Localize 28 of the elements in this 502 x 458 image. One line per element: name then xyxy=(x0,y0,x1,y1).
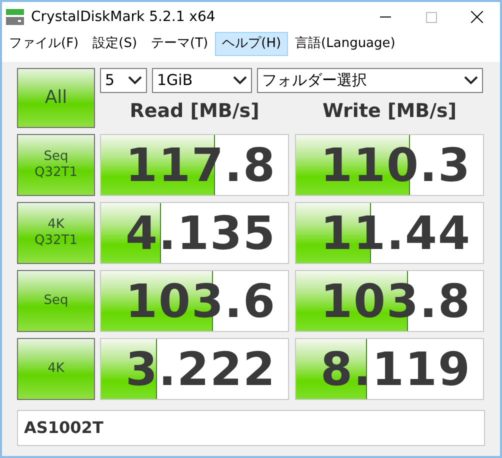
maximize-icon xyxy=(426,12,436,22)
chevron-down-icon xyxy=(464,76,478,85)
test-button[interactable]: 4K xyxy=(17,338,95,400)
comment-field[interactable]: AS1002T xyxy=(17,410,485,446)
column-header: Read [MB/s] xyxy=(128,99,260,124)
app-icon xyxy=(5,8,25,26)
minimize-icon xyxy=(380,16,390,18)
chevron-down-icon xyxy=(233,76,247,85)
all-button[interactable]: All xyxy=(17,68,95,128)
test-button[interactable]: 4K Q32T1 xyxy=(17,202,95,264)
menu-item[interactable]: ファイル(F) xyxy=(2,32,86,56)
count-select[interactable]: 5 xyxy=(100,68,147,93)
window-title: CrystalDiskMark 5.2.1 x64 xyxy=(31,8,216,26)
result-value: 103.6 xyxy=(125,273,276,329)
test-button[interactable]: Seq Q32T1 xyxy=(17,134,95,196)
close-icon xyxy=(471,11,483,23)
size-select[interactable]: 1GiB xyxy=(152,68,252,93)
menu-item[interactable]: 言語(Language) xyxy=(288,32,402,56)
folder-select[interactable]: フォルダー選択 xyxy=(257,68,483,93)
result-value: 103.8 xyxy=(320,273,471,329)
result-value: 110.3 xyxy=(320,137,471,193)
column-header: Write [MB/s] xyxy=(321,99,458,124)
result-value: 117.8 xyxy=(125,137,276,193)
menu-item[interactable]: 設定(S) xyxy=(86,32,144,56)
chevron-down-icon xyxy=(128,76,142,85)
test-button[interactable]: Seq xyxy=(17,270,95,332)
menu-item[interactable]: テーマ(T) xyxy=(144,32,216,56)
menu-item[interactable]: ヘルプ(H) xyxy=(215,32,288,56)
